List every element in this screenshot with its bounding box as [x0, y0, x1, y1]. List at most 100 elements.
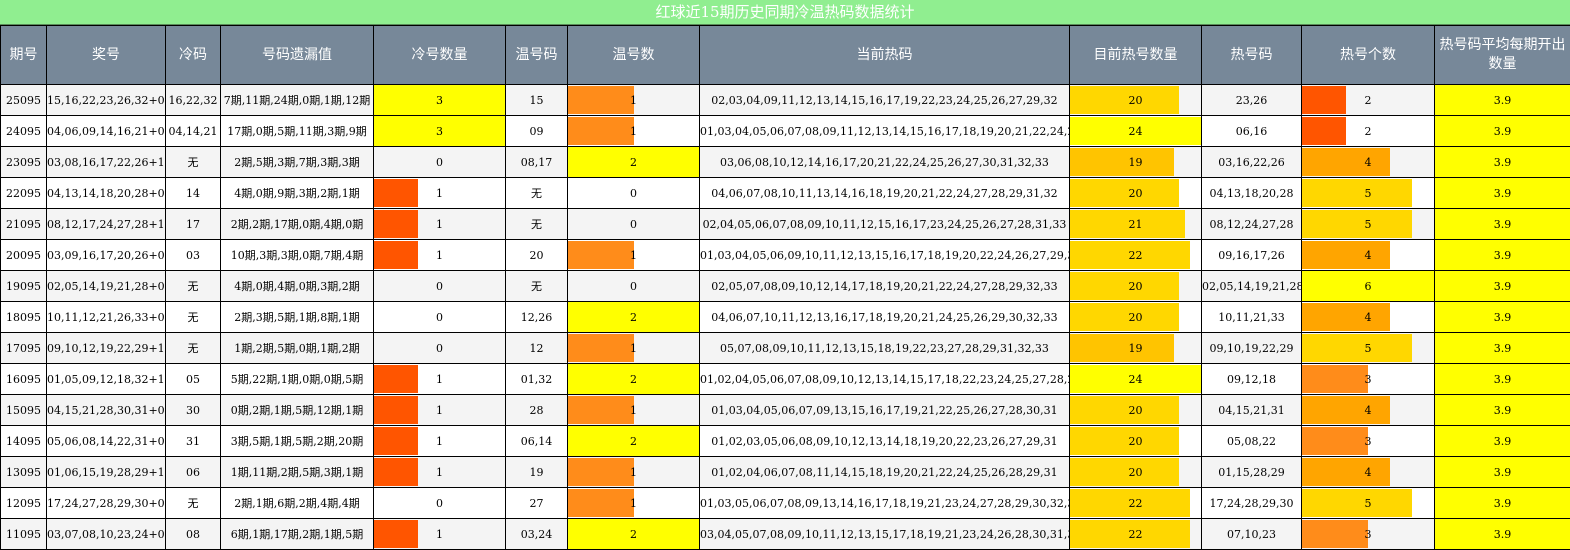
cold-count-cell-value: 0	[436, 155, 443, 169]
table-row: 15095 04,15,21,28,30,31+04 30 0期,2期,1期,5期,1…	[0, 394, 1570, 426]
hot-total-cell-value: 20	[1128, 310, 1143, 324]
avg-cell: 3.9	[1434, 518, 1570, 550]
hot-count-cell: 3	[1301, 425, 1435, 457]
hot-count-cell-value: 6	[1364, 279, 1372, 293]
numbers-cell: 03,09,16,17,20,26+02	[46, 239, 166, 271]
warm-count-cell: 1	[567, 115, 700, 147]
hot-cell: 04,06,07,08,10,11,13,14,16,18,19,20,21,2…	[699, 177, 1070, 209]
hot-count-cell-bar	[1302, 241, 1390, 269]
numbers-cell: 08,12,17,24,27,28+13	[46, 208, 166, 240]
issue-cell: 22095	[0, 177, 47, 209]
numbers-cell: 17,24,27,28,29,30+02	[46, 487, 166, 519]
cold-count-cell: 1	[373, 456, 506, 488]
hot-total-cell-bar	[1070, 179, 1180, 207]
hot-count-cell-value: 4	[1364, 403, 1372, 417]
hot-count-cell: 3	[1301, 363, 1435, 395]
hot-total-cell-value: 20	[1128, 279, 1143, 293]
cold-count-cell-value: 1	[436, 465, 443, 479]
issue-cell: 13095	[0, 456, 47, 488]
hot-total-cell-value: 19	[1128, 155, 1143, 169]
hot-count-cell-value: 3	[1364, 434, 1372, 448]
hot-total-cell-bar	[1070, 210, 1185, 238]
hot-count-cell-bar	[1302, 396, 1390, 424]
warm-cell: 无	[505, 208, 568, 240]
hot-total-cell: 22	[1069, 487, 1202, 519]
hot-count-cell-bar	[1302, 365, 1368, 393]
cold-count-cell-value: 1	[436, 403, 443, 417]
cold-cell: 08	[165, 518, 221, 550]
miss-cell: 7期,11期,24期,0期,1期,12期	[220, 84, 374, 116]
warm-count-cell-value: 1	[630, 403, 637, 417]
numbers-cell: 04,13,14,18,20,28+08	[46, 177, 166, 209]
issue-cell: 20095	[0, 239, 47, 271]
warm-count-cell: 0	[567, 177, 700, 209]
hot-total-cell-value: 21	[1128, 217, 1143, 231]
hot-total-cell: 20	[1069, 270, 1202, 302]
hot-nums-cell: 04,13,18,20,28	[1201, 177, 1302, 209]
hot-total-cell: 20	[1069, 456, 1202, 488]
hot-total-cell-value: 22	[1128, 248, 1143, 262]
hot-count-cell-value: 4	[1364, 155, 1372, 169]
hot-total-cell-bar	[1070, 303, 1180, 331]
hot-nums-cell: 09,10,19,22,29	[1201, 332, 1302, 364]
hot-cell: 04,06,07,10,11,12,13,16,17,18,19,20,21,2…	[699, 301, 1070, 333]
numbers-cell: 03,07,08,10,23,24+05	[46, 518, 166, 550]
hot-total-cell-bar	[1070, 458, 1180, 486]
miss-cell: 0期,2期,1期,5期,12期,1期	[220, 394, 374, 426]
cold-cell: 06	[165, 456, 221, 488]
issue-cell: 14095	[0, 425, 47, 457]
warm-count-cell-value: 0	[630, 217, 637, 231]
warm-cell: 06,14	[505, 425, 568, 457]
cold-cell: 无	[165, 146, 221, 178]
cold-cell: 无	[165, 270, 221, 302]
cold-count-cell-value: 3	[436, 124, 443, 138]
hot-nums-cell: 06,16	[1201, 115, 1302, 147]
hot-nums-cell: 05,08,22	[1201, 425, 1302, 457]
hot-total-cell-value: 24	[1128, 372, 1143, 386]
hot-cell: 02,04,05,06,07,08,09,10,11,12,15,16,17,2…	[699, 208, 1070, 240]
warm-cell: 08,17	[505, 146, 568, 178]
hot-count-cell-value: 3	[1364, 372, 1372, 386]
header-numbers: 奖号	[46, 25, 166, 85]
miss-cell: 6期,1期,17期,2期,1期,5期	[220, 518, 374, 550]
stats-table: 期号 奖号 冷码 号码遗漏值 冷号数量 温号码 温号数 当前热码 目前热号数量 …	[0, 25, 1570, 550]
warm-count-cell: 2	[567, 146, 700, 178]
header-miss: 号码遗漏值	[220, 25, 374, 85]
hot-count-cell-bar	[1302, 210, 1412, 238]
warm-count-cell: 1	[567, 239, 700, 271]
hot-count-cell-value: 5	[1364, 217, 1372, 231]
avg-cell: 3.9	[1434, 301, 1570, 333]
avg-cell: 3.9	[1434, 84, 1570, 116]
header-warm-count: 温号数	[567, 25, 700, 85]
warm-cell: 无	[505, 270, 568, 302]
hot-total-cell-bar	[1070, 272, 1180, 300]
cold-count-cell: 1	[373, 394, 506, 426]
cold-count-cell-bar	[374, 520, 418, 548]
issue-cell: 17095	[0, 332, 47, 364]
miss-cell: 17期,0期,5期,11期,3期,9期	[220, 115, 374, 147]
header-hot-count: 热号个数	[1301, 25, 1435, 85]
table-row: 25095 15,16,22,23,26,32+04 16,22,32 7期,11期,…	[0, 84, 1570, 116]
miss-cell: 5期,22期,1期,0期,0期,5期	[220, 363, 374, 395]
hot-total-cell: 19	[1069, 146, 1202, 178]
cold-cell: 05	[165, 363, 221, 395]
cold-count-cell-value: 3	[436, 93, 443, 107]
hot-count-cell: 3	[1301, 518, 1435, 550]
hot-nums-cell: 09,16,17,26	[1201, 239, 1302, 271]
warm-cell: 28	[505, 394, 568, 426]
cold-cell: 04,14,21	[165, 115, 221, 147]
hot-count-cell: 2	[1301, 84, 1435, 116]
issue-cell: 16095	[0, 363, 47, 395]
hot-total-cell: 20	[1069, 84, 1202, 116]
issue-cell: 15095	[0, 394, 47, 426]
cold-cell: 14	[165, 177, 221, 209]
cold-count-cell-bar	[374, 396, 418, 424]
warm-count-cell: 0	[567, 208, 700, 240]
avg-cell: 3.9	[1434, 363, 1570, 395]
miss-cell: 10期,3期,3期,0期,7期,4期	[220, 239, 374, 271]
warm-count-cell: 1	[567, 332, 700, 364]
hot-total-cell-value: 19	[1128, 341, 1143, 355]
hot-count-cell-bar	[1302, 458, 1390, 486]
cold-cell: 16,22,32	[165, 84, 221, 116]
cold-count-cell-value: 1	[436, 217, 443, 231]
